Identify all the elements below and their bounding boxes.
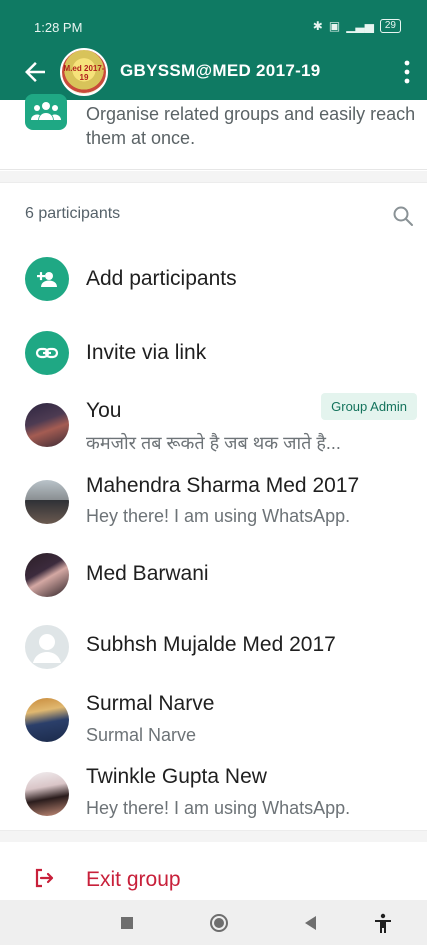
participant-row-you[interactable]: You Group Admin कमजोर तब रूकते है जब थक … bbox=[0, 393, 427, 465]
more-options-icon[interactable] bbox=[401, 58, 413, 86]
community-hint-text: Organise related groups and easily reach… bbox=[86, 104, 416, 148]
participant-name: You bbox=[86, 399, 122, 422]
link-icon bbox=[25, 331, 69, 375]
invite-via-link-button[interactable]: Invite via link bbox=[0, 317, 427, 387]
participant-name: Mahendra Sharma Med 2017 bbox=[86, 474, 360, 497]
participant-about: Hey there! I am using WhatsApp. bbox=[86, 506, 351, 526]
app-bar: M.ed 2017-19 GBYSSM@MED 2017-19 bbox=[0, 44, 427, 100]
participant-about: Surmal Narve bbox=[86, 725, 197, 745]
participant-row[interactable]: Surmal Narve Surmal Narve bbox=[0, 686, 427, 758]
status-bar: 1:28 PM ✱ ▣ ▁▃▅ 29 bbox=[0, 0, 427, 44]
group-avatar-text: M.ed 2017-19 bbox=[63, 64, 105, 82]
community-hint-row[interactable]: Organise related groups and easily reach… bbox=[0, 94, 427, 170]
section-divider bbox=[0, 830, 427, 842]
default-avatar-icon[interactable] bbox=[25, 625, 69, 669]
exit-group-label: Exit group bbox=[86, 868, 181, 891]
notification-icon: ▣ bbox=[328, 19, 341, 33]
bluetooth-icon: ✱ bbox=[312, 19, 323, 33]
status-icons: ✱ ▣ ▁▃▅ 29 bbox=[313, 19, 401, 33]
exit-group-button[interactable]: Exit group bbox=[0, 850, 427, 900]
participant-name: Twinkle Gupta New bbox=[86, 765, 267, 788]
exit-icon bbox=[35, 868, 54, 888]
avatar[interactable] bbox=[25, 772, 69, 816]
avatar[interactable] bbox=[25, 553, 69, 597]
community-icon bbox=[25, 94, 67, 130]
participant-name: Subhsh Mujalde Med 2017 bbox=[86, 633, 336, 656]
group-admin-badge: Group Admin bbox=[321, 393, 417, 420]
avatar[interactable] bbox=[25, 403, 69, 447]
participant-about: कमजोर तब रूकते है जब थक जाते है... bbox=[86, 433, 341, 453]
participant-name: Surmal Narve bbox=[86, 692, 215, 715]
back-nav-icon[interactable] bbox=[300, 912, 322, 934]
battery-level: 29 bbox=[384, 20, 396, 31]
battery-icon: 29 bbox=[379, 19, 401, 33]
participant-row[interactable]: Twinkle Gupta New Hey there! I am using … bbox=[0, 759, 427, 831]
status-time: 1:28 PM bbox=[34, 20, 83, 35]
participant-name: Med Barwani bbox=[86, 562, 209, 585]
group-title[interactable]: GBYSSM@MED 2017-19 bbox=[120, 61, 321, 81]
add-person-icon bbox=[25, 257, 69, 301]
participant-row[interactable]: Subhsh Mujalde Med 2017 bbox=[0, 613, 427, 685]
section-divider bbox=[0, 171, 427, 183]
signal-icon: ▁▃▅ bbox=[346, 19, 374, 33]
participant-row[interactable]: Med Barwani bbox=[0, 541, 427, 613]
add-participants-button[interactable]: Add participants bbox=[0, 243, 427, 313]
recent-apps-icon[interactable] bbox=[116, 912, 138, 934]
group-avatar[interactable]: M.ed 2017-19 bbox=[60, 48, 108, 96]
participants-count: 6 participants bbox=[25, 205, 121, 222]
home-icon[interactable] bbox=[208, 912, 230, 934]
avatar[interactable] bbox=[25, 698, 69, 742]
accessibility-icon[interactable] bbox=[372, 912, 394, 934]
invite-via-link-label: Invite via link bbox=[86, 341, 207, 364]
search-icon[interactable] bbox=[391, 204, 415, 228]
participant-about: Hey there! I am using WhatsApp. bbox=[86, 798, 351, 818]
back-arrow-icon[interactable] bbox=[20, 57, 50, 87]
add-participants-label: Add participants bbox=[86, 267, 237, 290]
participants-header: 6 participants bbox=[0, 195, 427, 235]
participant-row[interactable]: Mahendra Sharma Med 2017 Hey there! I am… bbox=[0, 468, 427, 540]
avatar[interactable] bbox=[25, 480, 69, 524]
system-nav-bar bbox=[0, 900, 427, 945]
